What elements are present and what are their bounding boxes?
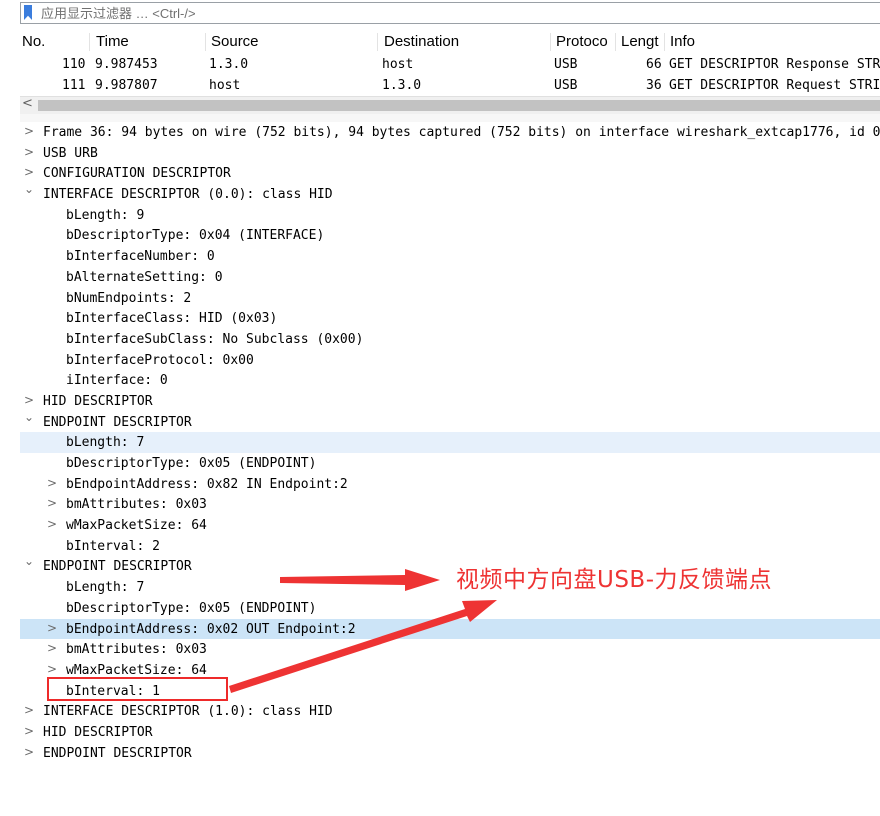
annotation-arrow [229,600,497,693]
annotation-arrows [229,569,497,693]
annotation-arrow [280,569,440,591]
